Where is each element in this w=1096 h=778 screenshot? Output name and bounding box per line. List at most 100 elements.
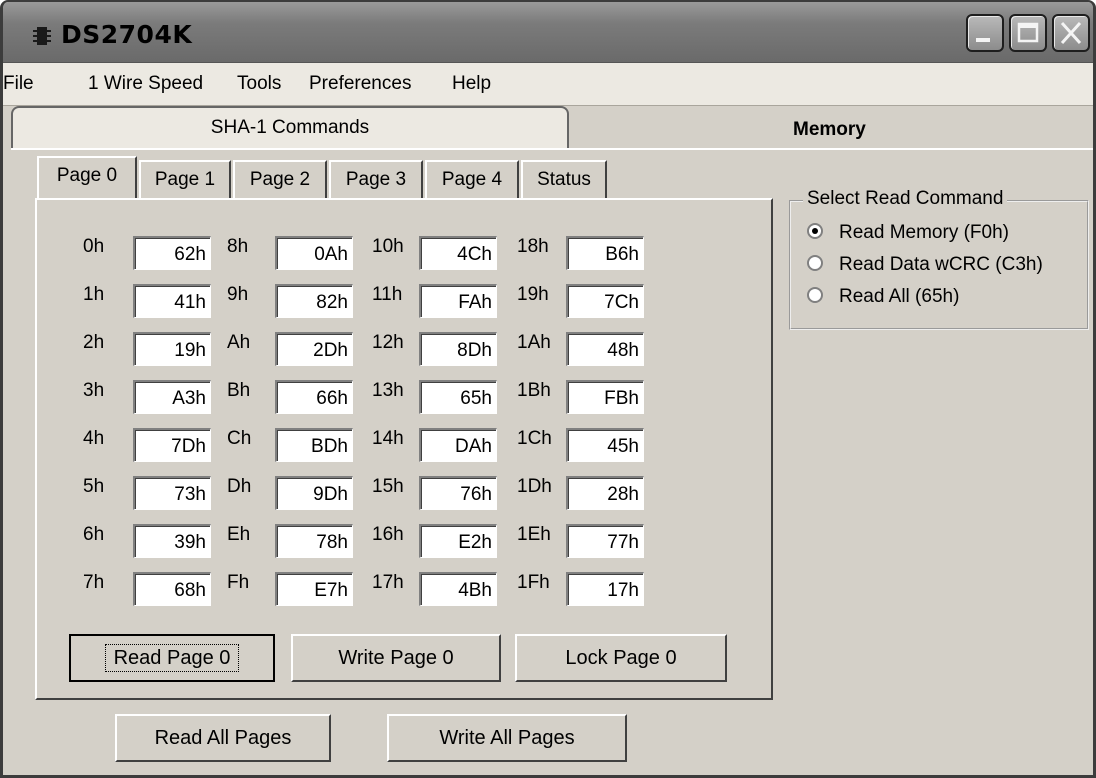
memory-value-field[interactable]: FAh [419,284,497,318]
memory-value-field[interactable]: 66h [275,380,353,414]
address-label: 12h [372,332,404,353]
address-label: 3h [83,380,105,401]
address-label: 1Bh [517,380,551,401]
memory-value-field[interactable]: DAh [419,428,497,462]
address-label: 9h [227,284,249,305]
address-label: 1h [83,284,105,305]
tab-status[interactable]: Status [521,160,607,198]
app-window: DS2704K File 1 Wire Speed Tools Preferen… [0,0,1096,778]
address-label: Eh [227,524,251,545]
write-page-button[interactable]: Write Page 0 [291,634,501,682]
memory-value-field[interactable]: 7Dh [133,428,211,462]
address-label: 15h [372,476,404,497]
memory-value-field[interactable]: 76h [419,476,497,510]
tab-page-0[interactable]: Page 0 [37,156,137,200]
menu-preferences[interactable]: Preferences [309,73,411,95]
title-bar[interactable]: DS2704K [3,2,1093,63]
memory-value-field[interactable]: 82h [275,284,353,318]
address-label: 10h [372,236,404,257]
close-button[interactable] [1052,14,1090,52]
address-label: 5h [83,476,105,497]
memory-value-field[interactable]: 19h [133,332,211,366]
tab-page-2[interactable]: Page 2 [233,160,327,198]
address-label: 1Fh [517,572,550,593]
read-command-legend: Select Read Command [803,188,1008,210]
radio-label: Read Memory (F0h) [839,222,1009,243]
radio-read-data-wcrc[interactable]: Read Data wCRC (C3h) [807,254,1043,276]
memory-value-field[interactable]: A3h [133,380,211,414]
memory-value-field[interactable]: 65h [419,380,497,414]
address-label: 13h [372,380,404,401]
read-page-button[interactable]: Read Page 0 [69,634,275,682]
memory-value-field[interactable]: 77h [566,524,644,558]
tab-sha1-commands[interactable]: SHA-1 Commands [11,106,569,148]
radio-read-all[interactable]: Read All (65h) [807,286,959,308]
memory-value-field[interactable]: E7h [275,572,353,606]
radio-read-memory[interactable]: Read Memory (F0h) [807,222,1009,244]
address-label: Dh [227,476,252,497]
minimize-icon [976,38,990,42]
memory-value-field[interactable]: 17h [566,572,644,606]
address-label: 1Ch [517,428,552,449]
address-label: 2h [83,332,105,353]
memory-value-field[interactable]: E2h [419,524,497,558]
memory-value-field[interactable]: 2Dh [275,332,353,366]
address-label: 0h [83,236,105,257]
lock-page-button[interactable]: Lock Page 0 [515,634,727,682]
memory-value-field[interactable]: 78h [275,524,353,558]
memory-value-field[interactable]: 9Dh [275,476,353,510]
write-all-pages-button[interactable]: Write All Pages [387,714,627,762]
tab-page-1[interactable]: Page 1 [139,160,231,198]
memory-value-field[interactable]: 7Ch [566,284,644,318]
memory-value-field[interactable]: 4Bh [419,572,497,606]
radio-unselected-icon [807,286,823,303]
maximize-icon [1017,22,1039,43]
memory-value-field[interactable]: 41h [133,284,211,318]
menu-1wire-speed[interactable]: 1 Wire Speed [88,73,203,95]
memory-value-field[interactable]: 4Ch [419,236,497,270]
radio-label: Read Data wCRC (C3h) [839,254,1043,275]
chip-icon [33,27,51,45]
address-label: 19h [517,284,549,305]
read-page-label: Read Page 0 [104,644,240,672]
minimize-button[interactable] [966,14,1004,52]
memory-value-field[interactable]: 68h [133,572,211,606]
memory-value-field[interactable]: 73h [133,476,211,510]
memory-value-field[interactable]: 62h [133,236,211,270]
memory-value-field[interactable]: BDh [275,428,353,462]
menu-file[interactable]: File [3,73,34,95]
address-label: 1Ah [517,332,551,353]
read-all-pages-button[interactable]: Read All Pages [115,714,331,762]
memory-value-field[interactable]: 0Ah [275,236,353,270]
memory-value-field[interactable]: 45h [566,428,644,462]
address-label: Bh [227,380,251,401]
address-label: 8h [227,236,249,257]
address-label: 1Eh [517,524,551,545]
address-label: 4h [83,428,105,449]
address-label: 6h [83,524,105,545]
address-label: 18h [517,236,549,257]
memory-value-field[interactable]: 39h [133,524,211,558]
tab-page-4[interactable]: Page 4 [425,160,519,198]
menu-tools[interactable]: Tools [237,73,281,95]
memory-value-field[interactable]: 48h [566,332,644,366]
address-label: 16h [372,524,404,545]
close-icon [1060,21,1082,45]
address-label: 17h [372,572,404,593]
memory-value-field[interactable]: 8Dh [419,332,497,366]
address-label: 14h [372,428,404,449]
memory-value-field[interactable]: FBh [566,380,644,414]
radio-selected-icon [807,222,823,239]
tab-memory[interactable]: Memory [793,114,913,148]
maximize-button[interactable] [1009,14,1047,52]
address-label: Ch [227,428,252,449]
memory-value-field[interactable]: 28h [566,476,644,510]
memory-value-field[interactable]: B6h [566,236,644,270]
radio-unselected-icon [807,254,823,271]
address-label: 1Dh [517,476,552,497]
address-label: Fh [227,572,250,593]
address-label: 11h [372,284,403,305]
address-label: 7h [83,572,105,593]
tab-page-3[interactable]: Page 3 [329,160,423,198]
menu-help[interactable]: Help [452,73,491,95]
